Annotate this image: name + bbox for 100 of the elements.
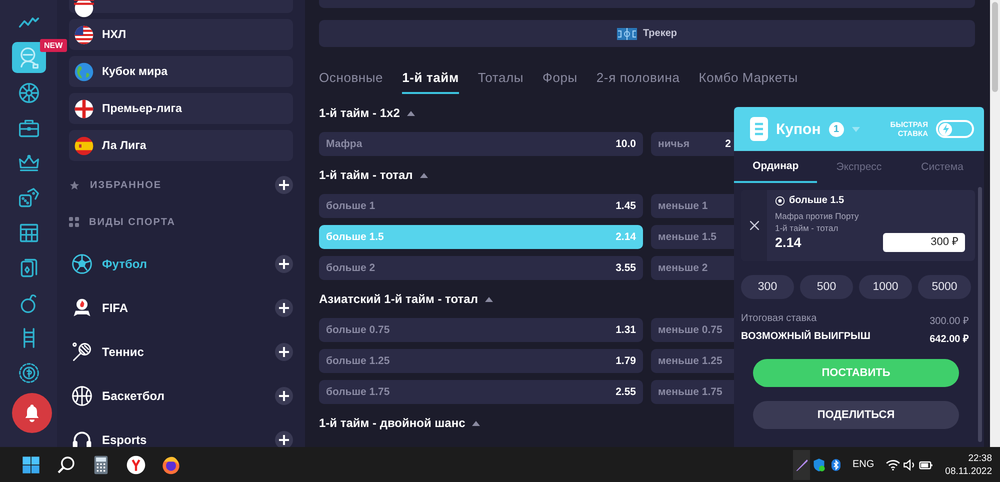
sport-item[interactable]: FIFA: [69, 297, 128, 319]
market-tab[interactable]: Тоталы: [478, 68, 524, 92]
section-heading: ИЗБРАННОЕ: [90, 180, 162, 190]
stake-chip[interactable]: 300: [741, 275, 794, 299]
market-title: Азиатский 1-й тайм - тотал: [319, 292, 478, 306]
nav-item[interactable]: [18, 222, 40, 244]
coupon-tab[interactable]: Ординар: [734, 151, 818, 183]
possible-win-value: 642.00 ₽: [930, 333, 969, 345]
shield-icon: [812, 458, 826, 472]
coupon-icon: [750, 117, 768, 141]
add-button[interactable]: [275, 343, 293, 361]
usa-flag-icon: [74, 24, 94, 44]
speaker-icon: [902, 458, 917, 470]
odds-button[interactable]: Мафра 10.0: [319, 132, 643, 156]
collapse-caret-icon[interactable]: [420, 172, 428, 178]
market-tab[interactable]: Форы: [542, 68, 578, 92]
sport-item[interactable]: Футбол: [69, 253, 148, 275]
firefox-icon: [160, 454, 180, 474]
odds-button[interactable]: меньше 1: [651, 194, 734, 218]
market-tab[interactable]: 2-я половина: [596, 68, 680, 92]
grid-icon: [69, 217, 79, 227]
close-icon: [750, 221, 758, 230]
market-title: 1-й тайм - двойной шанс: [319, 416, 466, 430]
odds-button[interactable]: больше 0.75 1.31: [319, 318, 643, 342]
odds-button[interactable]: меньше 1.75: [651, 380, 734, 404]
add-button[interactable]: [275, 299, 293, 317]
add-button[interactable]: [275, 387, 293, 405]
league-item[interactable]: НХЛ: [69, 19, 293, 50]
league-item[interactable]: Премьер-лига: [69, 93, 293, 124]
odds-button[interactable]: меньше 1.25: [651, 349, 734, 373]
selected-nav-item[interactable]: [12, 42, 46, 73]
notification-button[interactable]: [12, 393, 52, 433]
sport-item[interactable]: Баскетбол: [69, 385, 164, 407]
pen-button[interactable]: [793, 450, 810, 480]
league-item[interactable]: Ла Лига: [69, 130, 293, 161]
stake-field[interactable]: 300 ₽: [883, 233, 965, 252]
stake-chip[interactable]: 1000: [859, 275, 912, 299]
league-item[interactable]: Кубок мира: [69, 56, 293, 87]
share-button[interactable]: ПОДЕЛИТЬСЯ: [753, 401, 959, 429]
add-button[interactable]: [275, 176, 293, 194]
odds-button[interactable]: ничья 2: [651, 132, 734, 156]
odds-button[interactable]: меньше 1.5: [651, 225, 734, 249]
basketball-icon: [71, 385, 93, 407]
search-icon: [56, 454, 76, 474]
match-name: Мафра против Порту: [775, 211, 860, 221]
bet-count: 1: [828, 122, 844, 136]
pitch-icon: [616, 28, 637, 40]
odds-button[interactable]: меньше 0.75: [651, 318, 734, 342]
bluetooth-icon: [830, 458, 842, 472]
grid-card-icon: [18, 222, 40, 244]
stake-chip[interactable]: 5000: [918, 275, 971, 299]
fast-bet-toggle[interactable]: [936, 120, 974, 138]
tracker-button[interactable]: Трекер: [319, 20, 975, 47]
odds-button[interactable]: больше 2 3.55: [319, 256, 643, 280]
star-icon: [69, 180, 80, 190]
sport-item[interactable]: Esports: [69, 429, 147, 447]
plus-icon: [279, 435, 289, 445]
nav-item[interactable]: [18, 362, 40, 384]
odds-button[interactable]: меньше 2: [651, 256, 734, 280]
market-name: 1-й тайм - тотал: [775, 223, 840, 233]
spain-flag-icon: [74, 136, 94, 156]
wifi-icon: [886, 458, 900, 470]
collapse-caret-icon[interactable]: [484, 296, 493, 302]
new-badge: NEW: [40, 39, 67, 52]
england-flag-icon: [74, 98, 94, 118]
scrollbar[interactable]: [978, 187, 982, 442]
soccer-ball-icon: [71, 253, 93, 275]
market-tab[interactable]: 1-й тайм: [402, 68, 459, 94]
total-stake-label: Итоговая ставка: [741, 313, 817, 326]
headset-icon: [71, 429, 93, 447]
pen-icon: [794, 458, 809, 472]
add-button[interactable]: [275, 255, 293, 273]
plus-icon: [279, 259, 289, 269]
sport-item[interactable]: Теннис: [69, 341, 144, 363]
odds-button[interactable]: больше 1.75 2.55: [319, 380, 643, 404]
stake-chip[interactable]: 500: [800, 275, 853, 299]
scrollbar-thumb[interactable]: [992, 2, 998, 92]
plus-icon: [279, 303, 289, 313]
gamepad-flame-icon: [71, 297, 93, 319]
nav-item[interactable]: [18, 82, 40, 104]
total-stake-value: 300.00 ₽: [930, 315, 969, 327]
nav-item[interactable]: [18, 186, 40, 208]
market-tab[interactable]: Комбо Маркеты: [698, 68, 798, 92]
collapse-caret-icon[interactable]: [472, 420, 480, 426]
market-title: 1-й тайм - тотал: [319, 168, 413, 182]
globe-icon: [74, 62, 94, 82]
language-indicator[interactable]: ENG: [852, 459, 874, 470]
battery-plug-icon: [918, 458, 935, 470]
yandex-browser-icon: [126, 454, 146, 474]
coupon-title: Купон: [776, 120, 821, 138]
odds-button[interactable]: больше 1.25 1.79: [319, 349, 643, 373]
windows-icon: [20, 454, 40, 474]
odds-button[interactable]: больше 1 1.45: [319, 194, 643, 218]
market-title: 1-й тайм - 1x2: [319, 106, 400, 120]
collapse-caret-icon[interactable]: [406, 110, 415, 116]
clock[interactable]: 22:38 08.11.2022: [945, 452, 992, 476]
market-tab[interactable]: Основные: [319, 68, 384, 92]
bet-odds: 2.14: [775, 235, 802, 250]
add-button[interactable]: [275, 431, 293, 447]
dice-icon: [18, 186, 40, 208]
